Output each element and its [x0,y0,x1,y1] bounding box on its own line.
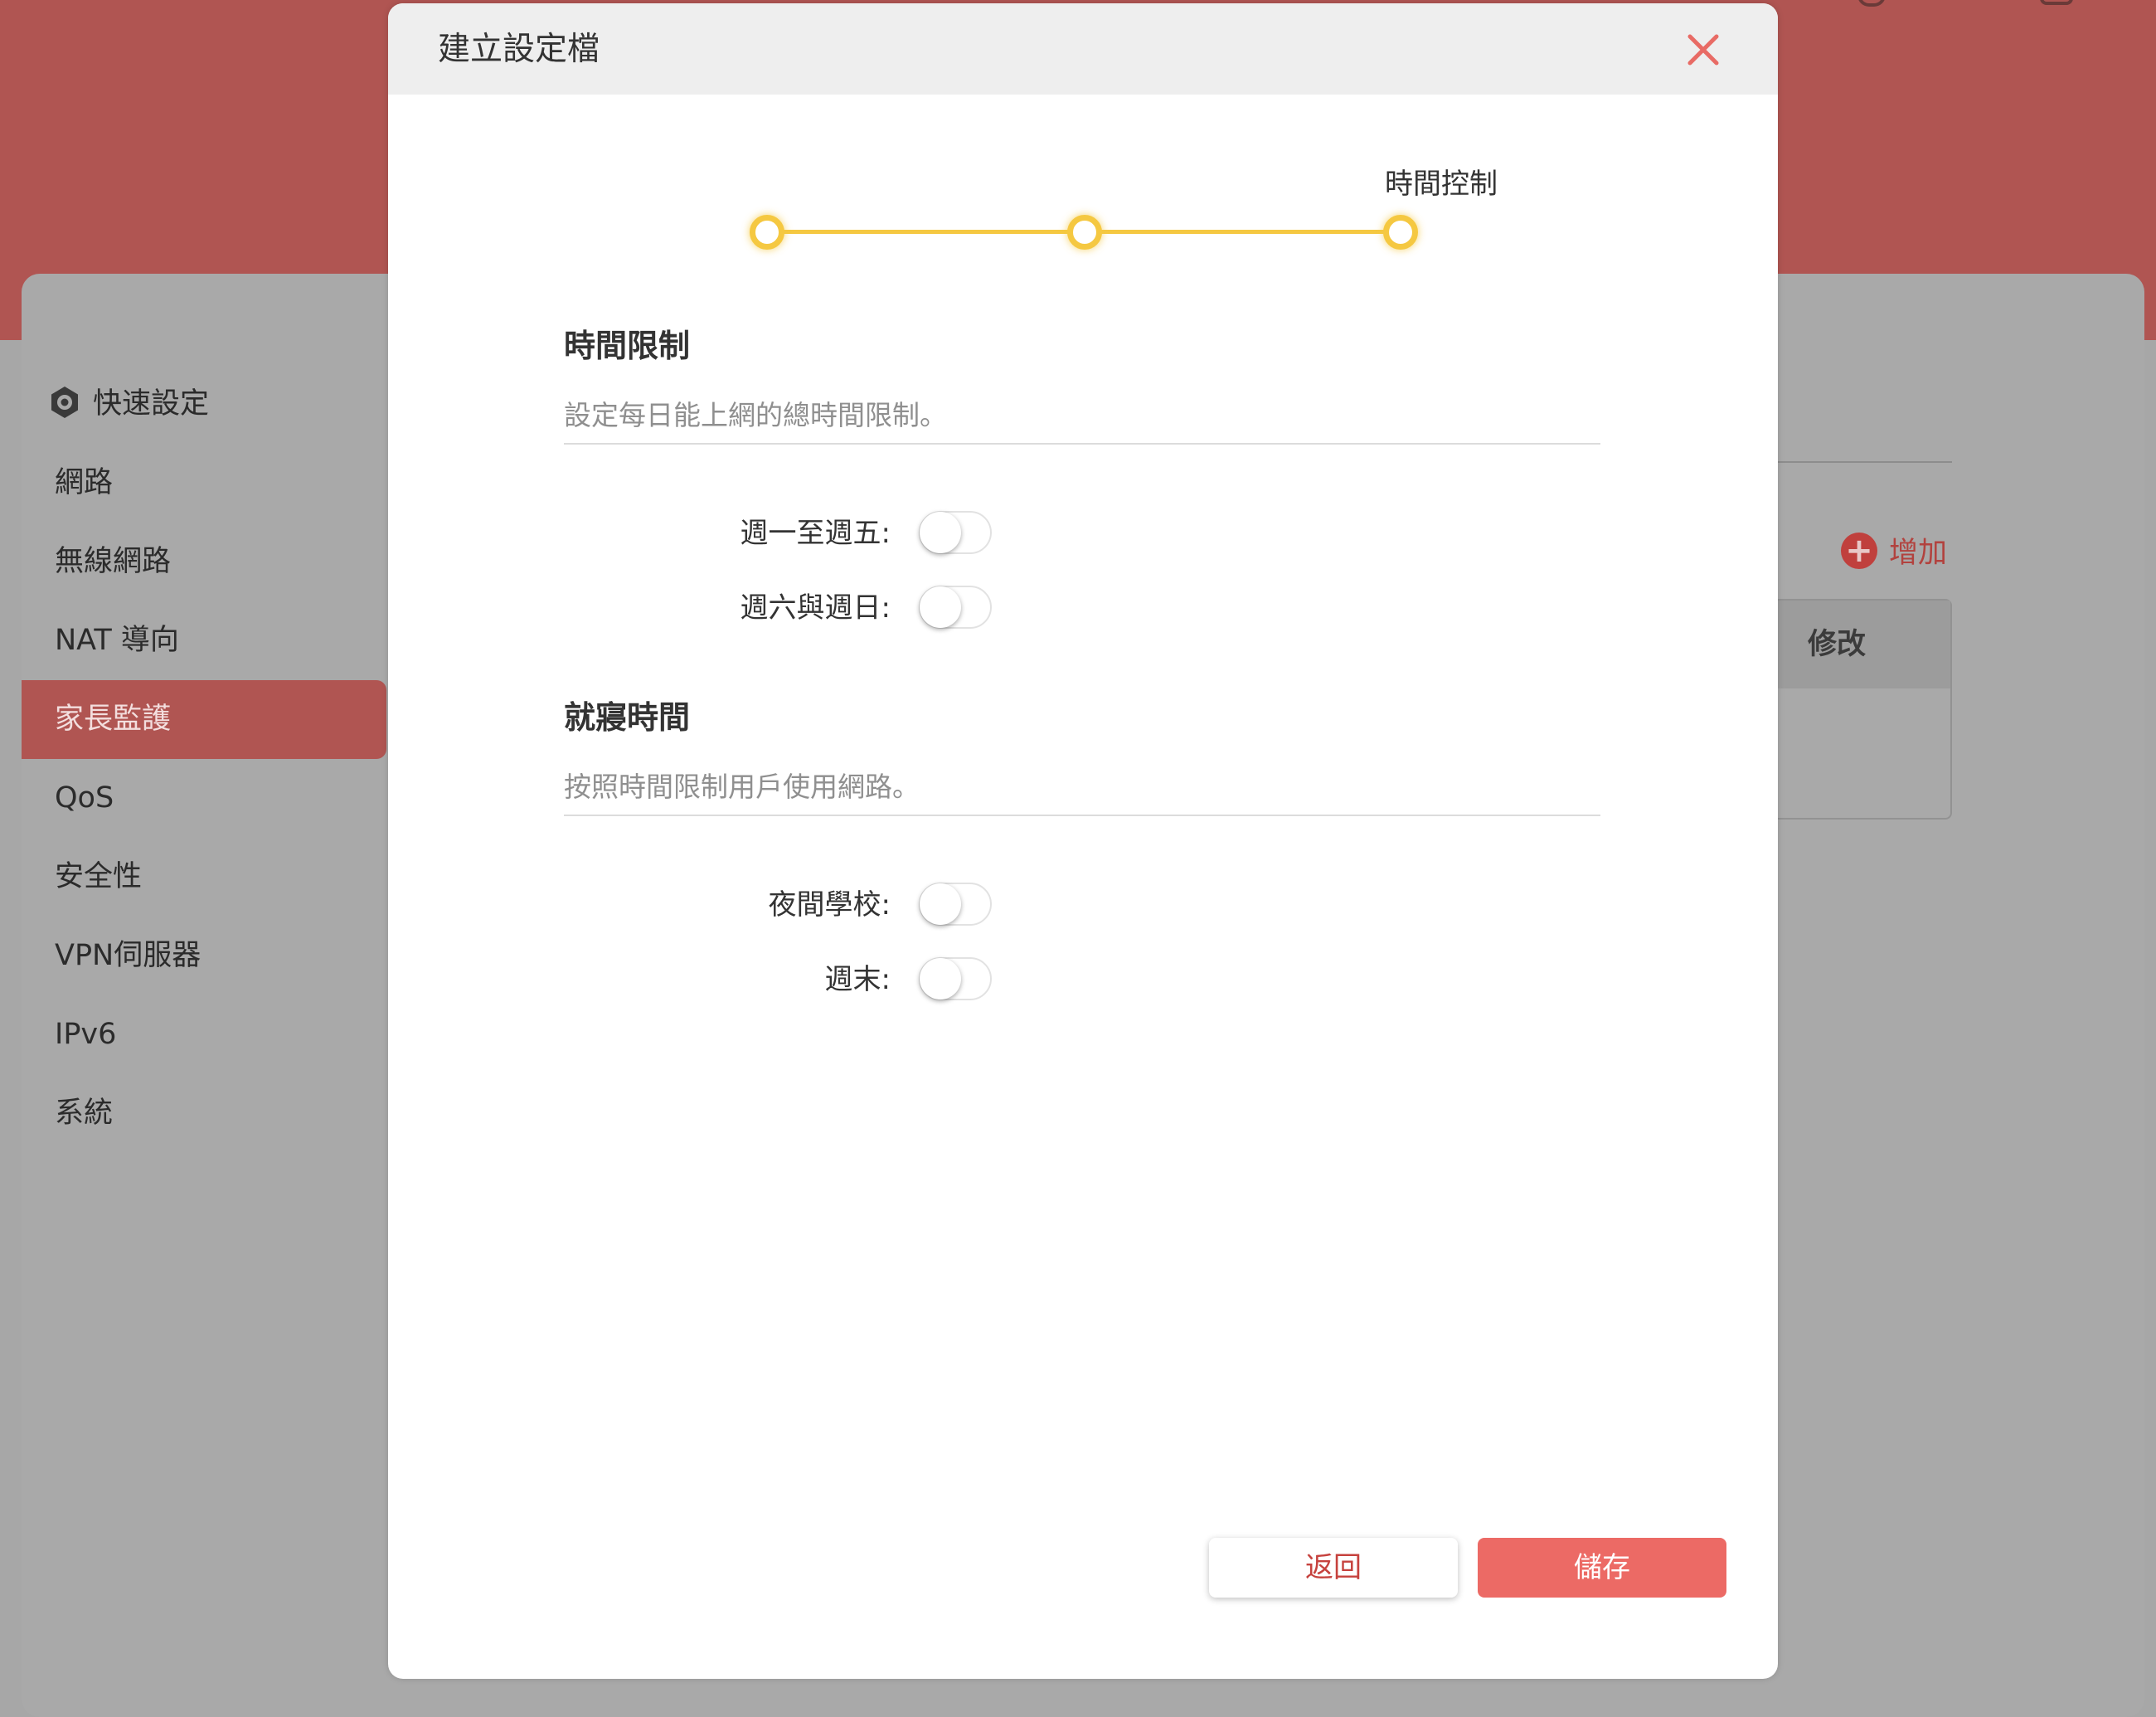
weekdays-toggle-row: 週一至週五: [388,504,1778,562]
sidebar-item-label: NAT 導向 [55,624,179,657]
profiles-table: 修改 [1775,599,1952,820]
sidebar-item-label: VPN伺服器 [55,939,202,972]
toggle-knob [920,512,961,553]
time-limit-description: 設定每日能上網的總時間限制。 [564,399,947,431]
time-limit-title: 時間限制 [564,328,691,364]
bedtime-title: 就寢時間 [564,699,691,736]
table-header-edit: 修改 [1775,601,1950,688]
save-button[interactable]: 儲存 [1478,1538,1726,1598]
bedtime-divider [564,815,1600,816]
weekend-bedtime-toggle[interactable] [919,957,992,1000]
weekend-label: 週六與週日: [740,591,891,625]
sidebar-item-wireless[interactable]: 無線網路 [22,523,386,601]
sidebar-item-label: 無線網路 [55,545,172,578]
close-icon[interactable] [1685,32,1721,68]
bedtime-description: 按照時間限制用戶使用網路。 [564,771,920,803]
sidebar-item-quick-setup[interactable]: 快速設定 [22,365,386,444]
sidebar-item-network[interactable]: 網路 [22,444,386,523]
weekend-bedtime-label: 週末: [824,963,891,996]
sidebar-item-system[interactable]: 系統 [22,1074,386,1153]
sidebar-item-label: 系統 [55,1097,114,1130]
school-night-label: 夜間學校: [768,888,891,922]
school-night-toggle-row: 夜間學校: [388,876,1778,934]
sidebar-item-ipv6[interactable]: IPv6 [22,995,386,1074]
step-dot-3 [1383,215,1418,250]
toggle-knob [920,883,961,925]
step-label-time-control: 時間控制 [1385,168,1498,201]
sidebar-item-label: QoS [55,781,114,815]
toggle-knob [920,958,961,1000]
sidebar-item-label: 安全性 [55,860,143,893]
sidebar-item-label: 快速設定 [93,387,210,421]
step-dot-1 [750,215,784,250]
step-dot-2 [1067,215,1102,250]
weekend-bedtime-toggle-row: 週末: [388,951,1778,1009]
school-night-toggle[interactable] [919,883,992,926]
weekdays-label: 週一至週五: [740,517,891,550]
add-icon: + [1841,532,1877,569]
weekend-toggle[interactable] [919,586,992,629]
sidebar-item-label: 網路 [55,466,114,499]
add-label: 增加 [1889,537,1948,570]
sidebar-item-parental-controls[interactable]: 家長監護 [22,680,386,759]
time-limit-divider [564,443,1600,445]
weekdays-toggle[interactable] [919,511,992,554]
back-button[interactable]: 返回 [1209,1538,1458,1598]
sidebar-nav: 快速設定 網路 無線網路 NAT 導向 家長監護 QoS 安全性 VPN伺服器 … [22,365,386,1153]
weekend-toggle-row: 週六與週日: [388,579,1778,637]
dialog-header: 建立設定檔 [388,3,1778,95]
create-profile-dialog: 建立設定檔 時間控制 時間限制 設定每日能上網的總時間限制。 週一至週五: 週六… [388,3,1778,1679]
sidebar-item-label: IPv6 [55,1018,117,1051]
sidebar-item-vpn-server[interactable]: VPN伺服器 [22,917,386,995]
sidebar-item-qos[interactable]: QoS [22,759,386,838]
sidebar-item-security[interactable]: 安全性 [22,838,386,917]
sidebar-item-label: 家長監護 [55,703,172,736]
user-icon[interactable] [1857,0,1886,7]
toggle-knob [920,586,961,628]
content-divider [1775,461,1952,463]
sidebar-item-nat[interactable]: NAT 導向 [22,601,386,680]
gear-icon [46,384,83,421]
add-button[interactable]: + 增加 [1841,529,1947,572]
dialog-title: 建立設定檔 [438,31,600,68]
logout-icon[interactable] [2040,0,2073,5]
